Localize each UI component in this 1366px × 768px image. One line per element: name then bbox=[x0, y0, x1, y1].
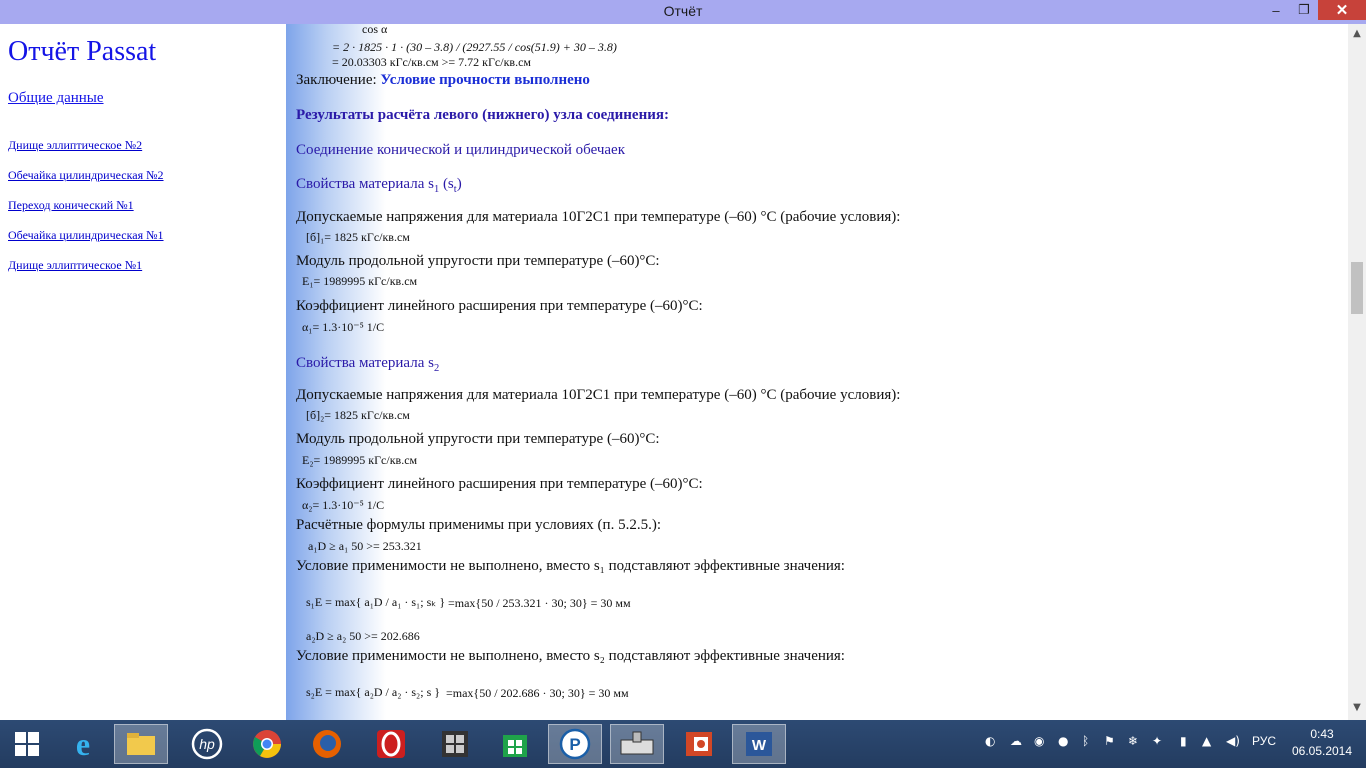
flag-icon[interactable]: ⚑ bbox=[1104, 734, 1115, 748]
battery-icon[interactable]: ▮ bbox=[1180, 734, 1187, 748]
material-1-heading: Свойства материала s1 (st) bbox=[296, 176, 462, 195]
signal-icon[interactable]: ▲ bbox=[1202, 734, 1211, 748]
scroll-up-arrow-icon[interactable]: ▲ bbox=[1348, 28, 1366, 42]
allowable-stress-1-value: [б]₁= 1825 кГс/кв.см bbox=[306, 230, 410, 244]
close-button[interactable]: ✕ bbox=[1318, 0, 1366, 20]
s1e-value: =max{50 / 253.321 · 30; 30} = 30 мм bbox=[448, 596, 631, 610]
report-content: cos α = 2 · 1825 · 1 · (30 – 3.8) / (292… bbox=[286, 24, 1348, 720]
file-explorer-icon[interactable] bbox=[114, 724, 168, 764]
app-calculator-icon[interactable] bbox=[428, 724, 482, 764]
s1e-formula: s₁E = max{ a₁D / a₁ · s₁; sₖ } bbox=[306, 595, 446, 609]
connection-heading: Соединение конической и цилиндрической о… bbox=[296, 142, 626, 158]
maximize-button[interactable]: ❐ bbox=[1290, 0, 1318, 20]
expansion-2-value: α₂= 1.3·10⁻⁵ 1/С bbox=[302, 498, 385, 512]
s2e-formula: s₂E = max{ a₂D / a₂ · s₂; s } bbox=[306, 685, 441, 699]
material-2-heading: Свойства материала s2 bbox=[296, 355, 440, 374]
formula-line-1: = 2 · 1825 · 1 · (30 – 3.8) / (2927.55 /… bbox=[332, 40, 617, 54]
antivirus-icon[interactable]: ● bbox=[1058, 734, 1068, 748]
sidebar-item-shell-2[interactable]: Обечайка цилиндрическая №2 bbox=[8, 168, 164, 183]
clock-date: 06.05.2014 bbox=[1291, 744, 1353, 758]
modulus-2-value: E₂= 1989995 кГс/кв.см bbox=[302, 453, 418, 467]
internet-explorer-icon[interactable]: e bbox=[56, 724, 110, 764]
svg-text:W: W bbox=[752, 737, 767, 754]
condition-2: a₂D ≥ a₂ 50 >= 202.686 bbox=[306, 629, 420, 643]
report-title: Отчёт Passat bbox=[8, 36, 157, 67]
modulus-1-value: E₁= 1989995 кГс/кв.см bbox=[302, 274, 418, 288]
vertical-scrollbar[interactable]: ▲ ▼ bbox=[1348, 24, 1366, 720]
cloud-icon[interactable]: ☁ bbox=[1010, 734, 1022, 748]
formulas-applicable: Расчётные формулы применимы при условиях… bbox=[296, 517, 661, 533]
expansion-1-value: α₁= 1.3·10⁻⁵ 1/С bbox=[302, 320, 385, 334]
powerpoint-icon[interactable] bbox=[672, 724, 726, 764]
clock[interactable]: 0:43 06.05.2014 bbox=[1290, 726, 1354, 760]
conclusion: Заключение: Условие прочности выполнено bbox=[296, 72, 590, 89]
conclusion-value: Условие прочности выполнено bbox=[380, 72, 590, 88]
allowable-stress-2-value: [б]₂= 1825 кГс/кв.см bbox=[306, 408, 410, 422]
expansion-2-text: Коэффициент линейного расширения при тем… bbox=[296, 476, 703, 492]
clock-time: 0:43 bbox=[1310, 727, 1334, 741]
link-general-data[interactable]: Общие данные bbox=[8, 90, 104, 107]
window-title: Отчёт bbox=[663, 3, 703, 19]
condition-1: a₁D ≥ a₁ 50 >= 253.321 bbox=[308, 539, 422, 553]
taskbar: e hp P W ◐ ☁ ◉ ● ᛒ ⚑ ❄ ✦ ▮ ▲ ◀) РУС 0:43 bbox=[0, 720, 1366, 768]
firefox-icon[interactable] bbox=[300, 724, 354, 764]
store-icon[interactable] bbox=[488, 724, 542, 764]
allowable-stress-2-text: Допускаемые напряжения для материала 10Г… bbox=[296, 387, 901, 403]
tray-app-icon[interactable]: ◉ bbox=[1034, 734, 1044, 748]
allowable-stress-1-text: Допускаемые напряжения для материала 10Г… bbox=[296, 209, 901, 225]
scroll-down-arrow-icon[interactable]: ▼ bbox=[1348, 702, 1366, 716]
windows-logo-icon bbox=[15, 732, 39, 756]
word-icon[interactable]: W bbox=[732, 724, 786, 764]
sidebar-item-cone-1[interactable]: Переход конический №1 bbox=[8, 198, 134, 213]
conclusion-label: Заключение: bbox=[296, 72, 381, 88]
formula-cos: cos α bbox=[362, 24, 388, 36]
svg-text:P: P bbox=[569, 735, 580, 754]
modulus-2-text: Модуль продольной упругости при температ… bbox=[296, 431, 660, 447]
formula-line-2: = 20.03303 кГс/кв.см >= 7.72 кГс/кв.см bbox=[332, 55, 531, 69]
svg-text:hp: hp bbox=[199, 736, 215, 752]
hp-icon[interactable]: hp bbox=[180, 724, 234, 764]
s2e-value: =max{50 / 202.686 · 30; 30} = 30 мм bbox=[446, 686, 629, 700]
network-icon[interactable]: ◐ bbox=[985, 734, 995, 748]
results-heading: Результаты расчёта левого (нижнего) узла… bbox=[296, 107, 669, 123]
opera-icon[interactable] bbox=[364, 724, 418, 764]
expansion-1-text: Коэффициент линейного расширения при тем… bbox=[296, 298, 703, 314]
window-titlebar: Отчёт – ❐ ✕ bbox=[0, 0, 1366, 24]
sidebar-item-shell-1[interactable]: Обечайка цилиндрическая №1 bbox=[8, 228, 164, 243]
sidebar-item-bottom-2[interactable]: Днище эллиптическое №2 bbox=[8, 138, 142, 153]
mechanical-app-icon[interactable] bbox=[610, 724, 664, 764]
start-button[interactable] bbox=[0, 724, 54, 764]
scroll-thumb[interactable] bbox=[1351, 262, 1363, 314]
snowflake-icon[interactable]: ❄ bbox=[1128, 734, 1138, 748]
bluetooth-icon[interactable]: ᛒ bbox=[1082, 734, 1089, 748]
language-indicator[interactable]: РУС bbox=[1252, 734, 1276, 748]
passat-app-icon[interactable]: P bbox=[548, 724, 602, 764]
modulus-1-text: Модуль продольной упругости при температ… bbox=[296, 253, 660, 269]
sidebar: Отчёт Passat Общие данные Днище эллиптич… bbox=[0, 24, 286, 720]
tray-tool-icon[interactable]: ✦ bbox=[1152, 734, 1162, 748]
minimize-button[interactable]: – bbox=[1262, 0, 1290, 20]
chrome-icon[interactable] bbox=[240, 724, 294, 764]
condition-not-met-2: Условие применимости не выполнено, вмест… bbox=[296, 648, 845, 664]
sidebar-item-bottom-1[interactable]: Днище эллиптическое №1 bbox=[8, 258, 142, 273]
volume-icon[interactable]: ◀) bbox=[1226, 734, 1240, 748]
condition-not-met-1: Условие применимости не выполнено, вмест… bbox=[296, 558, 845, 574]
